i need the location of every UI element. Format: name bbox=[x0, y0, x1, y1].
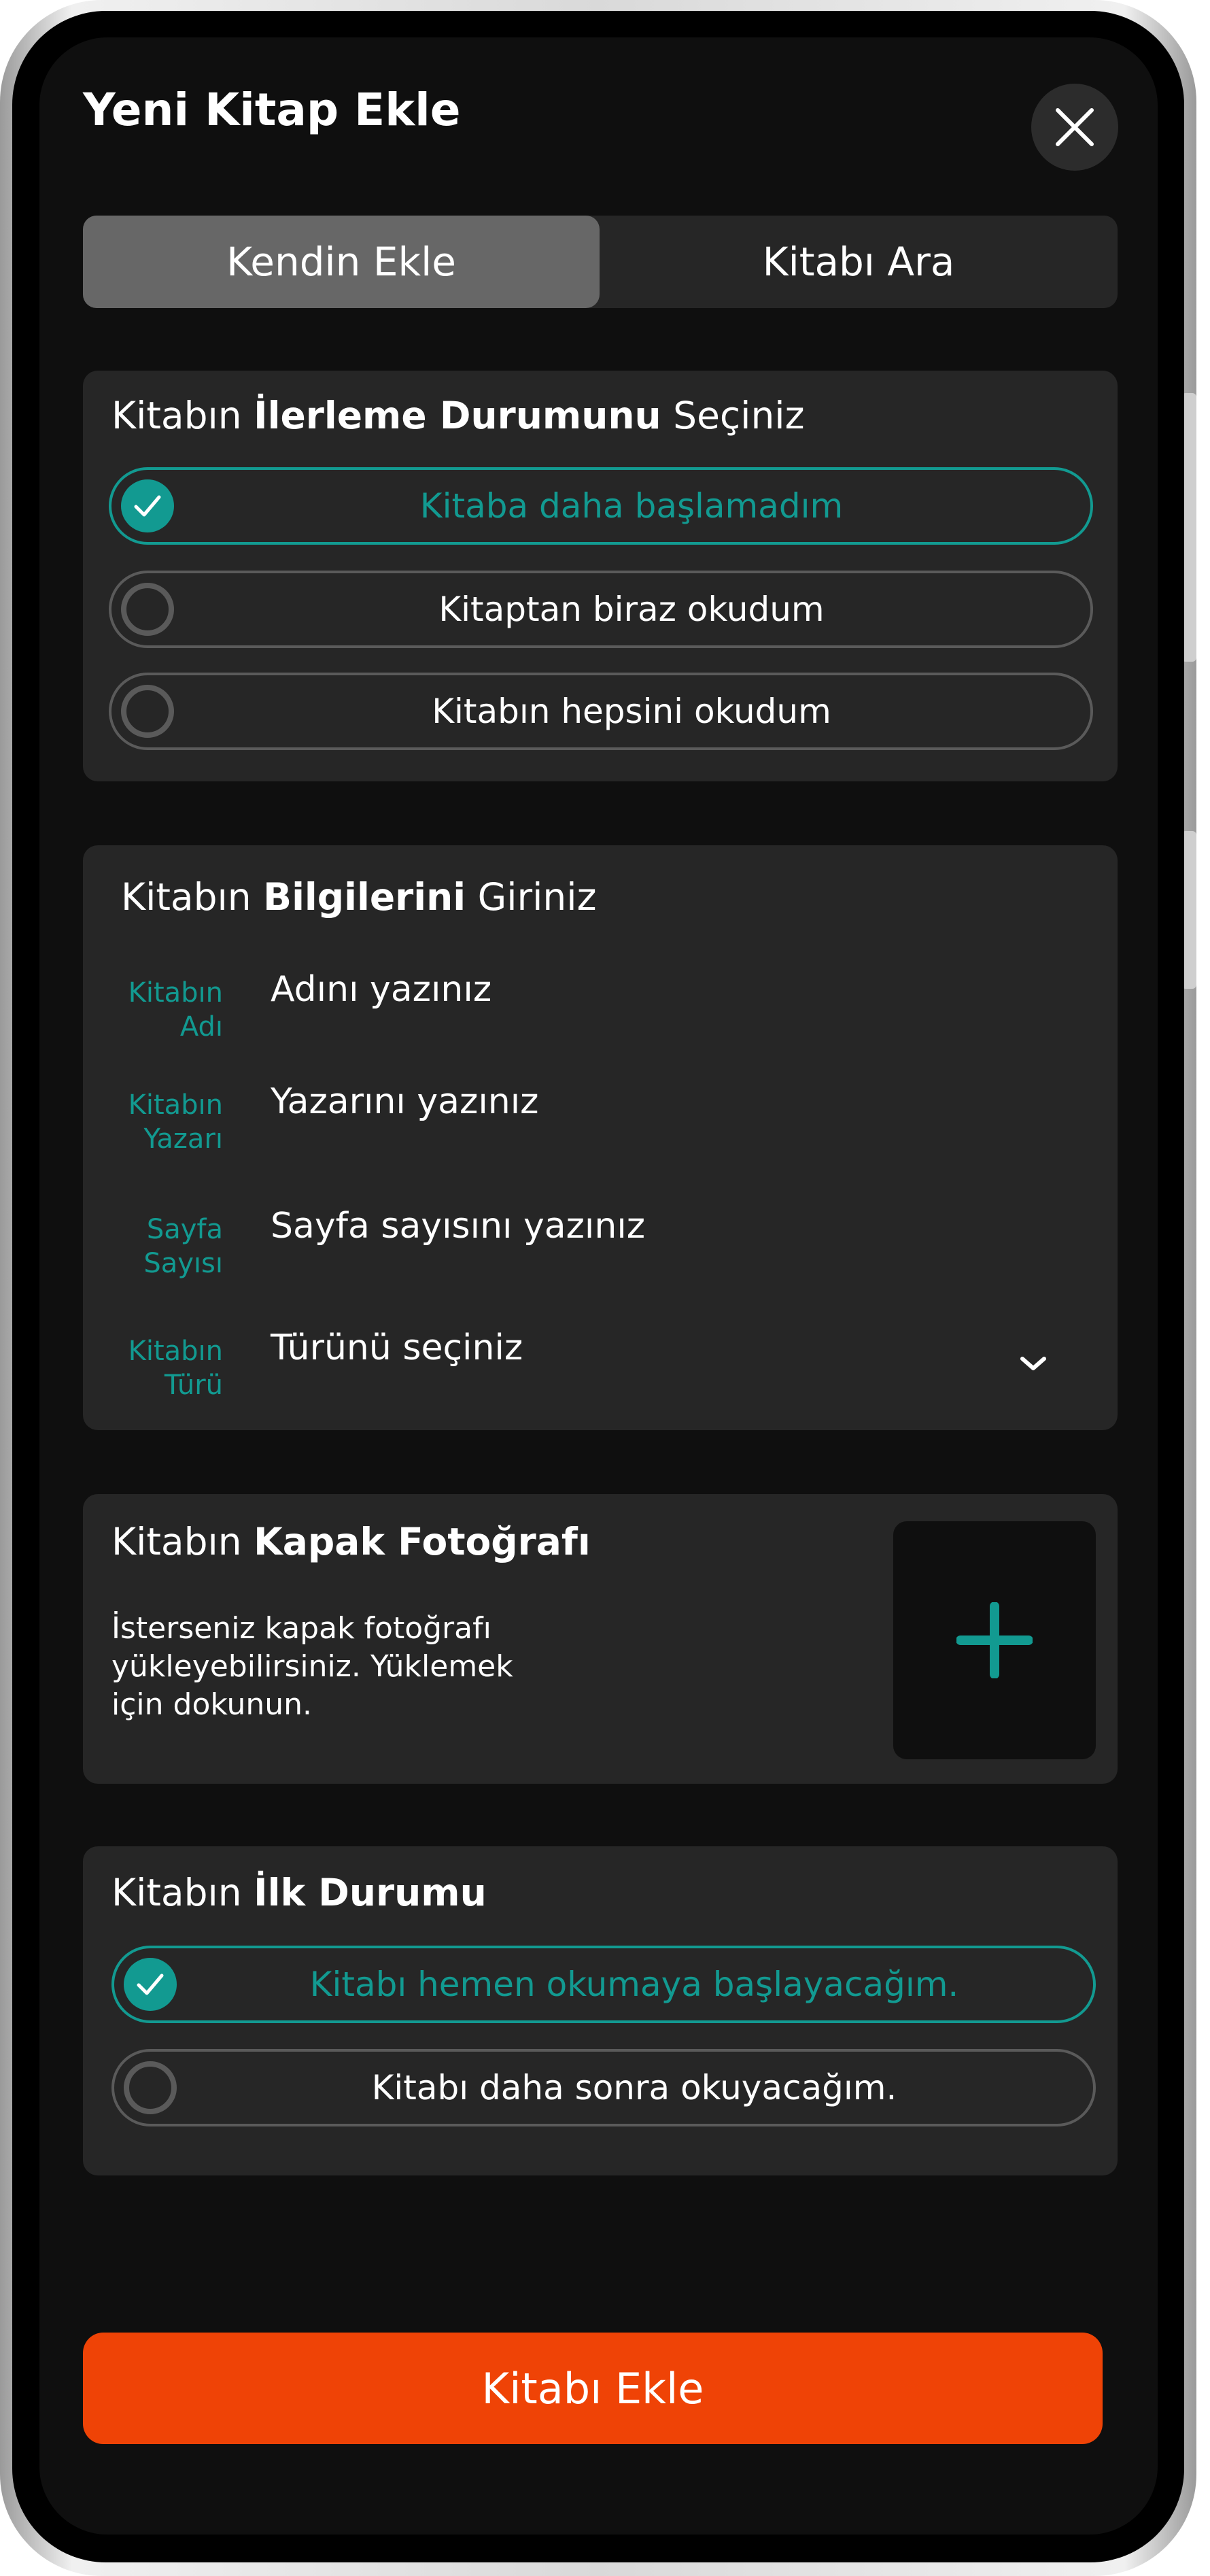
field-label-line: Yazarı bbox=[143, 1123, 223, 1155]
initial-title-pre: Kitabın bbox=[111, 1871, 254, 1914]
book-author-input[interactable]: Yazarını yazınız bbox=[271, 1081, 538, 1122]
cover-title-pre: Kitabın bbox=[111, 1520, 254, 1563]
screen: Yeni Kitap Ekle Kendin Ekle Kitabı Ara K… bbox=[39, 37, 1158, 2535]
genre-dropdown-toggle[interactable] bbox=[1018, 1353, 1048, 1376]
field-label-author: Kitabın Yazarı bbox=[121, 1088, 223, 1156]
cover-desc-line: İsterseniz kapak fotoğrafı bbox=[111, 1611, 491, 1646]
book-title-input[interactable]: Adını yazınız bbox=[271, 969, 491, 1010]
progress-option-read-all[interactable]: Kitabın hepsini okudum bbox=[109, 673, 1093, 750]
check-icon bbox=[137, 1973, 164, 1995]
cover-desc-line: için dokunun. bbox=[111, 1687, 313, 1722]
progress-option-label: Kitaba daha başlamadım bbox=[419, 486, 844, 526]
info-title-bold: Bilgilerini bbox=[263, 875, 466, 919]
add-book-button[interactable]: Kitabı Ekle bbox=[83, 2333, 1103, 2444]
genre-select[interactable]: Türünü seçiniz bbox=[271, 1327, 523, 1368]
plus-icon bbox=[956, 1602, 1033, 1678]
page-title: Yeni Kitap Ekle bbox=[83, 84, 461, 136]
radio-unchecked bbox=[124, 2061, 177, 2114]
info-card-title: Kitabın Bilgilerini Giriniz bbox=[121, 875, 596, 919]
initial-title-bold: İlk Durumu bbox=[254, 1871, 487, 1914]
page-count-input[interactable]: Sayfa sayısını yazınız bbox=[271, 1206, 645, 1247]
field-label-line: Türü bbox=[164, 1370, 223, 1401]
initial-option-start-now[interactable]: Kitabı hemen okumaya başlayacağım. bbox=[111, 1946, 1096, 2023]
initial-state-card-title: Kitabın İlk Durumu bbox=[111, 1871, 487, 1914]
progress-title-pre: Kitabın bbox=[111, 394, 254, 437]
radio-unchecked bbox=[121, 583, 174, 636]
cover-title-bold: Kapak Fotoğrafı bbox=[254, 1520, 591, 1563]
field-label-title: Kitabın Adı bbox=[121, 976, 223, 1044]
progress-option-label: Kitaptan biraz okudum bbox=[438, 590, 825, 629]
field-label-line: Adı bbox=[179, 1011, 223, 1043]
tab-add-yourself[interactable]: Kendin Ekle bbox=[83, 216, 600, 308]
field-label-line: Kitabın bbox=[128, 1336, 223, 1367]
field-label-pages: Sayfa Sayısı bbox=[121, 1213, 223, 1281]
mode-segmented-control: Kendin Ekle Kitabı Ara bbox=[83, 216, 1118, 308]
field-label-line: Sayfa bbox=[146, 1214, 223, 1245]
check-icon bbox=[134, 495, 161, 517]
initial-option-read-later[interactable]: Kitabı daha sonra okuyacağım. bbox=[111, 2049, 1096, 2126]
close-icon bbox=[1056, 108, 1094, 146]
cover-description: İsterseniz kapak fotoğrafı yükleyebilirs… bbox=[111, 1610, 574, 1724]
field-label-line: Kitabın bbox=[128, 977, 223, 1009]
progress-title-post: Seçiniz bbox=[661, 394, 805, 437]
radio-unchecked bbox=[121, 685, 174, 738]
radio-checked bbox=[124, 1958, 177, 2011]
cover-desc-line: yükleyebilirsiniz. Yüklemek bbox=[111, 1649, 513, 1684]
radio-checked bbox=[121, 479, 174, 532]
progress-option-read-some[interactable]: Kitaptan biraz okudum bbox=[109, 571, 1093, 648]
progress-option-not-started[interactable]: Kitaba daha başlamadım bbox=[109, 467, 1093, 545]
info-title-pre: Kitabın bbox=[121, 875, 264, 919]
initial-option-label: Kitabı daha sonra okuyacağım. bbox=[371, 2068, 897, 2107]
close-button[interactable] bbox=[1031, 84, 1118, 171]
info-card bbox=[83, 845, 1118, 1430]
field-label-genre: Kitabın Türü bbox=[121, 1334, 223, 1402]
progress-option-label: Kitabın hepsini okudum bbox=[432, 692, 831, 731]
tab-search-book[interactable]: Kitabı Ara bbox=[600, 216, 1118, 308]
progress-card-title: Kitabın İlerleme Durumunu Seçiniz bbox=[111, 394, 804, 437]
chevron-down-icon bbox=[1020, 1357, 1046, 1370]
info-title-post: Giriniz bbox=[466, 875, 597, 919]
cover-card-title: Kitabın Kapak Fotoğrafı bbox=[111, 1520, 591, 1563]
progress-title-bold: İlerleme Durumunu bbox=[254, 394, 661, 437]
field-label-line: Kitabın bbox=[128, 1089, 223, 1121]
field-label-line: Sayısı bbox=[143, 1248, 223, 1279]
initial-option-label: Kitabı hemen okumaya başlayacağım. bbox=[309, 1965, 959, 2004]
add-cover-photo-button[interactable] bbox=[893, 1521, 1096, 1759]
